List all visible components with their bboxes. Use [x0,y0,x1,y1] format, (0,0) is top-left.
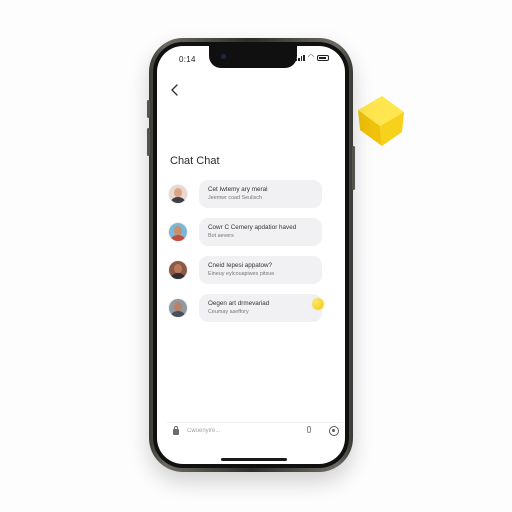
page-title: Chat Chat [170,155,220,167]
send-icon[interactable] [329,426,339,436]
chat-preview-subtitle: Ceumay aseffory [208,309,249,315]
phone-side-button [147,128,150,156]
chat-list-item[interactable]: Oegen art drmevariad Ceumay aseffory [169,289,329,327]
status-icons: ◠ [295,54,329,61]
chat-preview-bubble: Cowr C Cemery apdatior haved Bot aevers [199,218,322,246]
phone-side-button [352,146,355,190]
home-indicator [221,458,287,461]
wifi-icon: ◠ [307,54,314,61]
signal-icon [295,54,305,61]
screen: 0:14 ◠ Chat Chat Cet Iwtemy ary meral Je… [157,46,345,464]
lock-icon[interactable] [171,426,181,436]
chat-preview-bubble: Cneid Iepesi appatow? Eineuy eylcouapiwe… [199,256,322,284]
chat-preview-subtitle: Jeemwr coad Seulisch [208,195,262,201]
avatar [169,185,187,203]
stage: 0:14 ◠ Chat Chat Cet Iwtemy ary meral Je… [0,0,512,512]
chat-preview-bubble: Oegen art drmevariad Ceumay aseffory [199,294,324,322]
chat-list: Cet Iwtemy ary meral Jeemwr coad Seulisc… [169,175,329,327]
phone-side-button [147,100,150,118]
unread-dot-icon [312,298,324,310]
avatar [169,261,187,279]
yellow-cube-large-decoration [358,96,404,146]
message-input[interactable] [187,428,305,434]
chat-list-item[interactable]: Cneid Iepesi appatow? Eineuy eylcouapiwe… [169,251,329,289]
phone-frame: 0:14 ◠ Chat Chat Cet Iwtemy ary meral Je… [147,38,355,472]
avatar [169,299,187,317]
status-time: 0:14 [179,55,196,64]
phone-bezel: 0:14 ◠ Chat Chat Cet Iwtemy ary meral Je… [153,42,349,468]
chat-preview-title: Cowr C Cemery apdatior haved [208,224,297,231]
chevron-left-icon [171,84,178,96]
chat-list-item[interactable]: Cet Iwtemy ary meral Jeemwr coad Seulisc… [169,175,329,213]
back-button[interactable] [171,84,179,98]
chat-list-item[interactable]: Cowr C Cemery apdatior haved Bot aevers [169,213,329,251]
chat-preview-title: Cneid Iepesi appatow? [208,262,273,269]
chat-preview-bubble: Cet Iwtemy ary meral Jeemwr coad Seulisc… [199,180,322,208]
front-camera [221,54,226,59]
chat-preview-title: Oegen art drmevariad [208,300,270,307]
chat-preview-subtitle: Eineuy eylcouapiwes pitsue [208,271,275,277]
message-input-bar [167,422,343,439]
microphone-icon[interactable] [305,426,313,436]
avatar [169,223,187,241]
chat-preview-title: Cet Iwtemy ary meral [208,186,268,193]
battery-icon [317,54,329,61]
chat-preview-subtitle: Bot aevers [208,233,234,239]
